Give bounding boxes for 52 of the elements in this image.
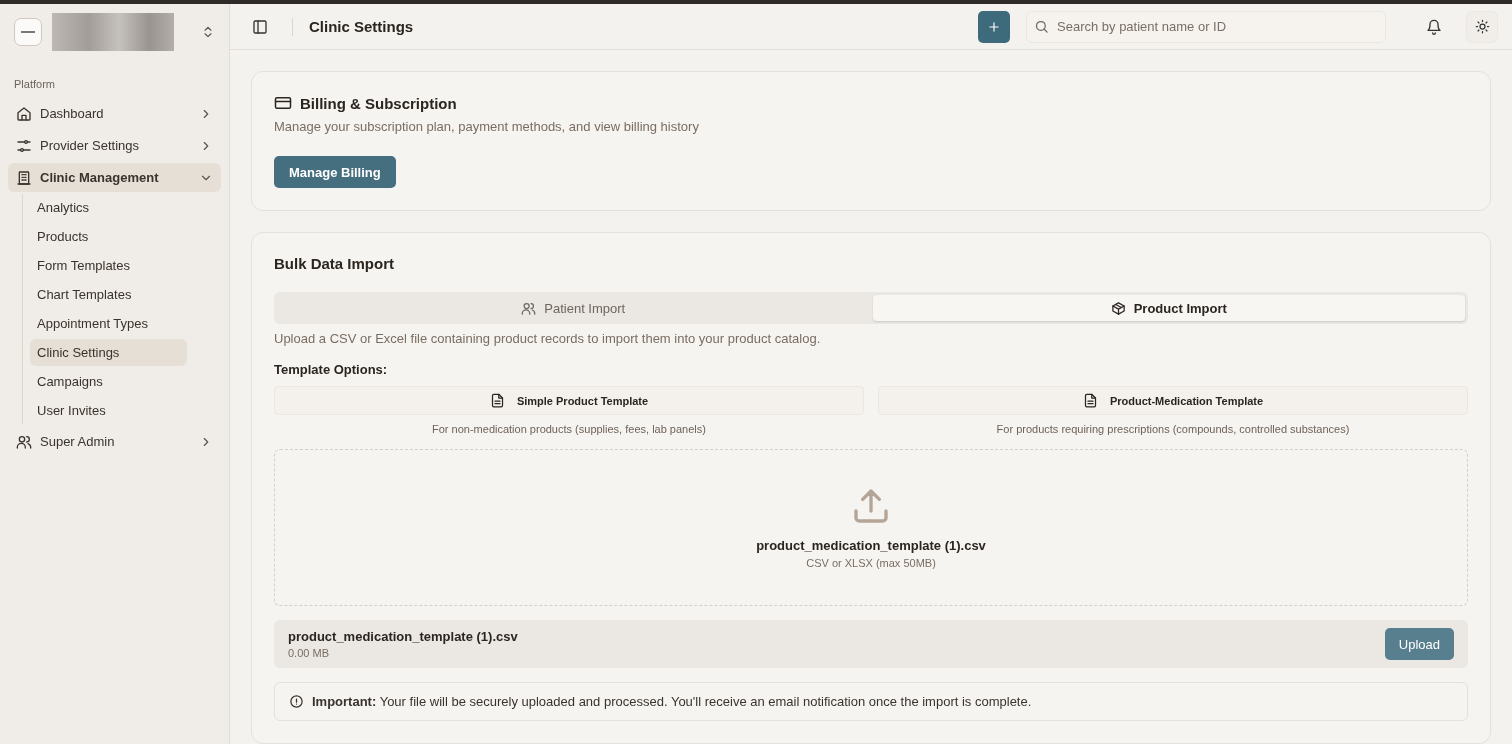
document-icon bbox=[489, 393, 505, 408]
nav-item[interactable]: Clinic Management bbox=[8, 163, 221, 192]
users-icon bbox=[521, 300, 537, 316]
import-tab[interactable]: Product Import bbox=[872, 295, 1465, 321]
card-title: Billing & Subscription bbox=[300, 94, 457, 112]
template-download-button[interactable]: Simple Product Template bbox=[274, 386, 864, 415]
template-note: For products requiring prescriptions (compounds, controlled substances) bbox=[996, 423, 1350, 435]
logo-icon bbox=[14, 18, 42, 46]
nav-subitem[interactable]: Products bbox=[30, 223, 187, 250]
bell-icon bbox=[1426, 18, 1442, 35]
upload-button[interactable]: Upload bbox=[1384, 628, 1454, 660]
add-button[interactable] bbox=[978, 10, 1010, 43]
section-heading: Template Options: bbox=[274, 362, 389, 377]
nav-subitem[interactable]: Appointment Types bbox=[30, 310, 187, 337]
users-icon bbox=[16, 433, 32, 450]
file-name: product_medication_template (1).csv bbox=[288, 629, 518, 644]
sun-icon bbox=[1474, 19, 1490, 34]
card-title: Bulk Data Import bbox=[274, 255, 394, 272]
file-dropzone[interactable]: product_medication_template (1).csv CSV or XLSX (max 50MB) bbox=[274, 449, 1468, 606]
nav-subitem[interactable]: Chart Templates bbox=[30, 281, 187, 308]
document-icon bbox=[1082, 393, 1098, 408]
package-icon bbox=[1110, 300, 1126, 316]
building-icon bbox=[16, 169, 32, 186]
import-tab[interactable]: Patient Import bbox=[277, 295, 870, 321]
nav-subitem[interactable]: User Invites bbox=[30, 397, 187, 424]
upload-icon bbox=[851, 486, 891, 526]
nav-item[interactable]: Super Admin bbox=[8, 427, 221, 456]
credit-card-icon bbox=[274, 94, 292, 112]
search-field[interactable]: Search by patient name or ID bbox=[1026, 10, 1386, 43]
nav-item[interactable]: Dashboard bbox=[8, 99, 221, 128]
file-name: product_medication_template (1).csv bbox=[756, 538, 986, 553]
template-download-button[interactable]: Product-Medication Template bbox=[878, 386, 1468, 415]
file-hint: CSV or XLSX (max 50MB) bbox=[806, 557, 936, 569]
page-title: Clinic Settings bbox=[309, 18, 414, 35]
file-size: 0.00 MB bbox=[288, 647, 330, 659]
nav-subitem[interactable]: Form Templates bbox=[30, 252, 187, 279]
import-description: Upload a CSV or Excel file containing product records to import them into your product catalog. bbox=[274, 331, 822, 346]
nav-subitem[interactable]: Clinic Settings bbox=[30, 339, 187, 366]
nav-subitem[interactable]: Analytics bbox=[30, 194, 187, 221]
card-description: Manage your subscription plan, payment methods, and view billing history bbox=[274, 119, 700, 134]
template-note: For non-medication products (supplies, fees, lab panels) bbox=[432, 423, 706, 435]
nav-subitem[interactable]: Campaigns bbox=[30, 368, 187, 395]
info-icon bbox=[289, 694, 304, 709]
notice-text: Important: Your file will be securely uploaded and processed. You'll receive an email notification once the import is complete. bbox=[312, 694, 1032, 709]
theme-toggle-button[interactable] bbox=[1466, 10, 1498, 43]
manage-billing-button[interactable]: Manage Billing bbox=[274, 156, 396, 188]
section-label: Platform bbox=[13, 77, 56, 92]
sliders-icon bbox=[16, 137, 32, 154]
home-icon bbox=[16, 105, 32, 122]
plus-icon bbox=[987, 19, 1001, 34]
panel-icon bbox=[252, 18, 268, 35]
nav-item[interactable]: Provider Settings bbox=[8, 131, 221, 160]
